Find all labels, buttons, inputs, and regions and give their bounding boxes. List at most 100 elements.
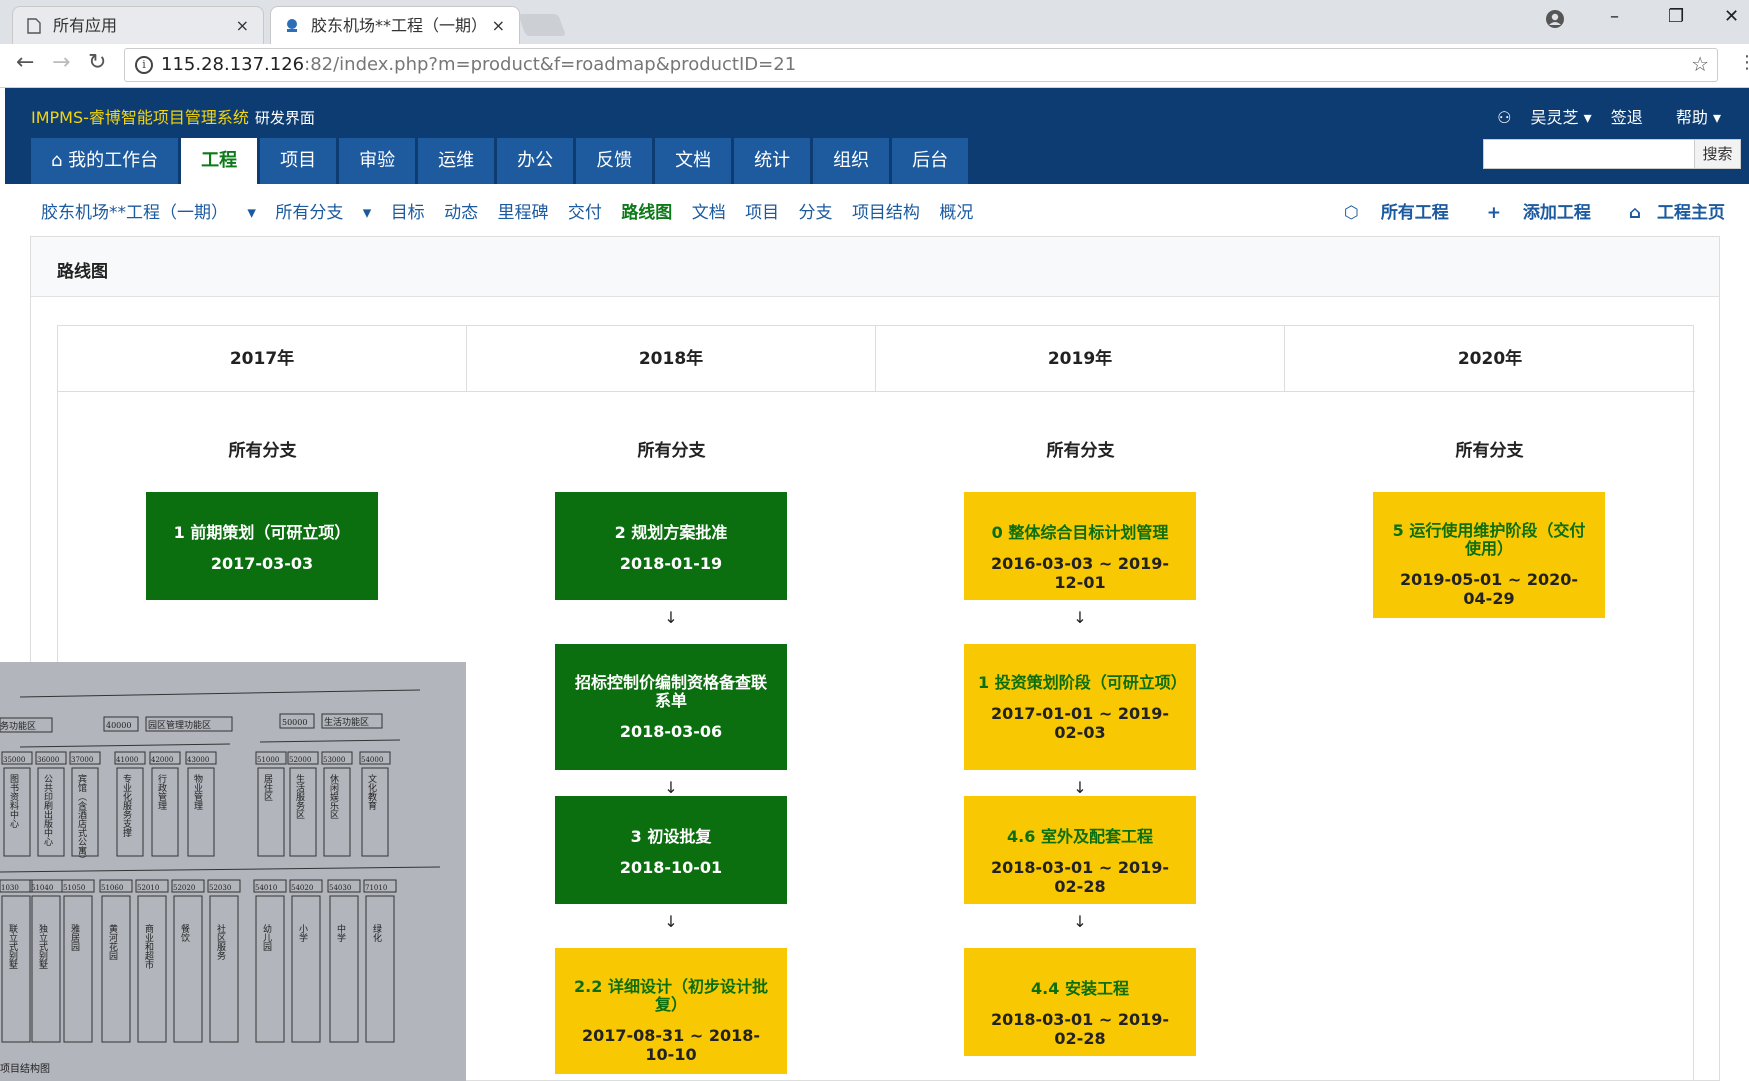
url-input[interactable]: i 115.28.137.126:82/index.php?m=product&… [124,48,1718,82]
bookmark-star-icon[interactable]: ☆ [1691,52,1709,76]
chart-label: 生活服务区 [294,773,305,819]
year-header: 2017年 [58,326,467,392]
nav-workbench[interactable]: ⌂ 我的工作台 [31,138,179,184]
restore-icon[interactable]: ❐ [1668,6,1684,27]
chart-code: 52000 [289,756,311,764]
nav-org[interactable]: 组织 [813,138,890,184]
milestone-card[interactable]: 4.4 安装工程 2018-03-01 ~ 2019-02-28 [964,948,1196,1056]
branch-label: 所有分支 [1046,441,1115,461]
subnav-projects[interactable]: 项目 [745,203,779,223]
chart-label: 小学 [297,924,308,942]
milestone-title: 1 投资策划阶段（可研立项） [978,673,1187,692]
minimize-icon[interactable]: – [1610,6,1619,27]
nav-feedback[interactable]: 反馈 [576,138,653,184]
milestone-card[interactable]: 1 前期策划（可研立项） 2017-03-03 [146,492,378,600]
structure-chart-photo: 40000 园区管理功能区 50000 生活功能区 务功能区 35000 图书资料中心 360… [0,662,466,1081]
subnav-goals[interactable]: 目标 [391,203,425,223]
close-window-icon[interactable]: ✕ [1724,6,1739,27]
subnav-docs[interactable]: 文档 [692,203,726,223]
milestone-card[interactable]: 4.6 室外及配套工程 2018-03-01 ~ 2019-02-28 [964,796,1196,904]
chart-code: 52020 [173,884,195,892]
reload-icon[interactable]: ↻ [88,50,106,75]
nav-project[interactable]: 项目 [260,138,337,184]
chart-code: 1030 [1,884,19,892]
chart-code: 50000 [282,718,307,727]
cube-icon: ⬡ [1344,203,1359,223]
flow-arrow: ↓ [664,608,678,627]
subnav-dynamics[interactable]: 动态 [444,203,478,223]
nav-office[interactable]: 办公 [497,138,574,184]
chart-code: 41000 [116,756,138,764]
chart-label: 社区服务 [215,923,226,961]
app-header: IMPMS-睿博智能项目管理系统 研发界面 ⚇ 吴灵芝 ▾ 签退 帮助 ▾ ⌂ 我… [5,88,1749,184]
logout-link[interactable]: 签退 [1611,108,1643,127]
browser-tab-roadmap[interactable]: 胶东机场**工程（一期） × [270,6,520,44]
product-selector[interactable]: 胶东机场**工程（一期） ▾ [41,203,256,223]
back-icon[interactable]: ← [16,50,34,75]
subnav-branches[interactable]: 分支 [799,203,833,223]
milestone-card[interactable]: 2 规划方案批准 2018-01-19 [555,492,787,600]
forward-icon[interactable]: → [52,50,70,75]
nav-ops[interactable]: 运维 [418,138,495,184]
menu-dots-icon[interactable]: ⋮ [1738,52,1749,73]
chart-code: 36000 [37,756,59,764]
chart-code: 54000 [361,756,383,764]
chart-label: 专业化服务支撑 [121,773,132,837]
tab-title: 胶东机场**工程（一期） [311,16,488,35]
subnav-milestones[interactable]: 里程碑 [498,203,549,223]
chart-code: 40000 [106,721,131,730]
user-name: 吴灵芝 [1530,108,1579,127]
site-favicon-icon [287,19,297,32]
search-button[interactable]: 搜索 [1694,140,1740,168]
subnav-structure[interactable]: 项目结构 [852,203,920,223]
subnav-overview[interactable]: 概况 [939,203,973,223]
chart-code: 42000 [151,756,173,764]
project-home-link[interactable]: ⌂ 工程主页 [1613,203,1725,223]
nav-stats[interactable]: 统计 [734,138,811,184]
user-bar: ⚇ 吴灵芝 ▾ 签退 帮助 ▾ [1483,104,1721,128]
milestone-card[interactable]: 2.2 详细设计（初步设计批复） 2017-08-31 ~ 2018-10-10 [555,948,787,1074]
chart-label: 餐饮 [179,923,190,943]
milestone-title: 0 整体综合目标计划管理 [991,523,1169,542]
milestone-card[interactable]: 0 整体综合目标计划管理 2016-03-03 ~ 2019-12-01 [964,492,1196,600]
site-info-icon[interactable]: i [135,56,153,74]
nav-project-engineering[interactable]: 工程 [181,138,258,184]
all-projects-link[interactable]: ⬡ 所有工程 [1328,203,1449,223]
nav-docs[interactable]: 文档 [655,138,732,184]
chart-label: 雅居园 [69,923,80,952]
profile-icon[interactable] [1546,10,1564,28]
panel-title: 路线图 [57,262,108,282]
structure-chart-drawing: 40000 园区管理功能区 50000 生活功能区 务功能区 35000 图书资料中心 360… [0,662,466,1081]
year-header: 2018年 [467,326,876,392]
add-project-link[interactable]: + 添加工程 [1471,203,1591,223]
milestone-date: 2018-10-01 [619,858,723,877]
browser-tab-all-apps[interactable]: 所有应用 × [12,6,264,44]
subnav-delivery[interactable]: 交付 [568,203,602,223]
chart-label: 园区管理功能区 [148,719,211,731]
milestone-card[interactable]: 3 初设批复 2018-10-01 [555,796,787,904]
chart-code: 54010 [255,884,277,892]
flow-arrow: ↓ [1073,778,1087,797]
milestone-card[interactable]: 招标控制价编制资格备查联系单 2018-03-06 [555,644,787,770]
subnav-roadmap[interactable]: 路线图 [621,203,672,223]
plus-icon: + [1486,203,1501,223]
search-input[interactable]: 搜索 [1483,139,1741,169]
branch-label: 所有分支 [637,441,706,461]
help-menu[interactable]: 帮助 ▾ [1662,108,1721,127]
nav-review[interactable]: 审验 [339,138,416,184]
milestone-title: 2.2 详细设计（初步设计批复） [574,977,768,1014]
browser-tabbar: 所有应用 × 胶东机场**工程（一期） × – ❐ ✕ [0,0,1749,44]
chart-code: 43000 [187,756,209,764]
chart-code: 51060 [101,884,123,892]
milestone-card[interactable]: 1 投资策划阶段（可研立项） 2017-01-01 ~ 2019-02-03 [964,644,1196,770]
chart-label: 文化教育 [366,773,377,811]
chart-code: 54020 [291,884,313,892]
milestone-card[interactable]: 5 运行使用维护阶段（交付使用） 2019-05-01 ~ 2020-04-29 [1373,492,1605,618]
close-tab-icon[interactable]: × [236,7,249,45]
new-tab-button[interactable] [517,14,567,36]
url-text: 115.28.137.126:82/index.php?m=product&f=… [161,54,796,75]
branch-selector[interactable]: 所有分支 ▾ [275,203,371,223]
nav-admin[interactable]: 后台 [892,138,969,184]
close-tab-icon[interactable]: × [492,7,505,45]
user-menu[interactable]: ⚇ 吴灵芝 ▾ [1497,108,1592,127]
